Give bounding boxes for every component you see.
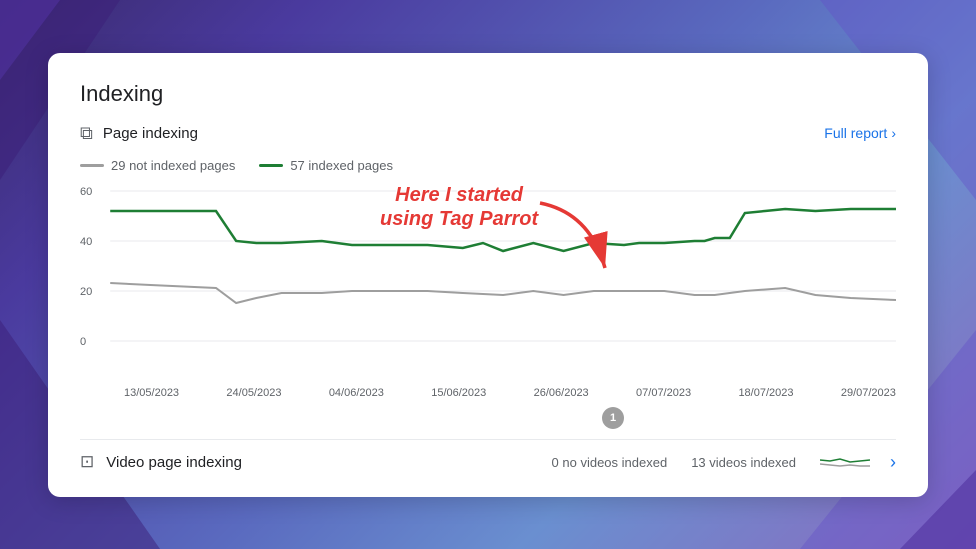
video-stat-1: 13 videos indexed xyxy=(691,455,796,470)
svg-text:40: 40 xyxy=(80,236,92,248)
page-indexing-left: ⧉ Page indexing xyxy=(80,123,198,144)
video-chevron-icon[interactable]: › xyxy=(890,452,896,473)
legend-not-indexed: 29 not indexed pages xyxy=(80,158,235,173)
video-indexing-row: ⊡ Video page indexing 0 no videos indexe… xyxy=(80,440,896,473)
page-indexing-label: Page indexing xyxy=(103,125,198,142)
video-indexing-icon: ⊡ xyxy=(80,452,94,472)
legend-row: 29 not indexed pages 57 indexed pages xyxy=(80,158,896,173)
legend-not-indexed-text: 29 not indexed pages xyxy=(111,158,235,173)
green-line xyxy=(110,209,896,251)
chart-area: 60 40 20 0 xyxy=(80,183,896,383)
x-label-1: 24/05/2023 xyxy=(226,387,281,399)
svg-text:20: 20 xyxy=(80,286,92,298)
video-line-preview xyxy=(820,452,870,472)
full-report-link[interactable]: Full report › xyxy=(824,125,896,141)
svg-text:0: 0 xyxy=(80,336,86,348)
x-label-2: 04/06/2023 xyxy=(329,387,384,399)
page-indexing-icon: ⧉ xyxy=(80,123,93,144)
main-card: Indexing ⧉ Page indexing Full report › 2… xyxy=(48,53,928,497)
x-label-6: 18/07/2023 xyxy=(738,387,793,399)
x-label-7: 29/07/2023 xyxy=(841,387,896,399)
legend-gray-line xyxy=(80,164,104,167)
x-label-5: 07/07/2023 xyxy=(636,387,691,399)
legend-indexed-text: 57 indexed pages xyxy=(290,158,393,173)
full-report-text: Full report xyxy=(824,125,887,141)
svg-text:60: 60 xyxy=(80,186,92,198)
video-stats: 0 no videos indexed 13 videos indexed xyxy=(552,452,870,472)
card-title: Indexing xyxy=(80,81,896,107)
video-stat-0: 0 no videos indexed xyxy=(552,455,668,470)
legend-indexed: 57 indexed pages xyxy=(259,158,393,173)
chart-svg: 60 40 20 0 xyxy=(80,183,896,383)
page-indexing-row: ⧉ Page indexing Full report › xyxy=(80,123,896,144)
legend-green-line xyxy=(259,164,283,167)
full-report-chevron: › xyxy=(891,125,896,141)
page-marker-row: 1 xyxy=(80,407,896,429)
video-indexing-label: Video page indexing xyxy=(106,454,539,471)
x-label-4: 26/06/2023 xyxy=(534,387,589,399)
gray-line xyxy=(110,283,896,303)
x-label-0: 13/05/2023 xyxy=(124,387,179,399)
page-marker-circle: 1 xyxy=(602,407,624,429)
x-axis-labels: 13/05/2023 24/05/2023 04/06/2023 15/06/2… xyxy=(80,383,896,399)
x-label-3: 15/06/2023 xyxy=(431,387,486,399)
chart-container: Here I started using Tag Parrot 60 40 20… xyxy=(80,183,896,383)
